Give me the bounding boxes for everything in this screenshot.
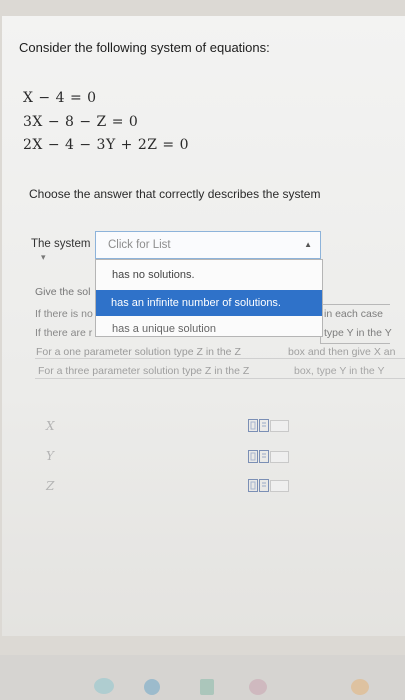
- answer-field-icon-z[interactable]: [248, 479, 290, 493]
- option-infinite-solutions[interactable]: has an infinite number of solutions.: [96, 290, 322, 316]
- right-text-2: type Y in the Y: [324, 327, 392, 339]
- option-unique-solution[interactable]: has a unique solution: [112, 323, 216, 335]
- question-card: Consider the following system of equatio…: [2, 16, 405, 636]
- answer-field-icon-y[interactable]: [248, 450, 290, 464]
- instruction-text: Choose the answer that correctly describ…: [29, 187, 321, 201]
- screen: Consider the following system of equatio…: [0, 0, 405, 700]
- infinite-solution-text: If there are r: [35, 327, 93, 339]
- give-solution-text: Give the sol: [35, 286, 91, 298]
- right-text-3: box and then give X an: [288, 346, 396, 358]
- app-icon: [249, 679, 267, 695]
- app-icon: [200, 679, 214, 695]
- equation-1: X − 4 = 0: [23, 90, 97, 106]
- app-icon: [144, 679, 160, 695]
- question-prompt: Consider the following system of equatio…: [19, 40, 270, 55]
- no-solution-text: If there is no: [35, 308, 93, 320]
- answer-field-icon-x[interactable]: [248, 419, 290, 433]
- select-placeholder: Click for List: [108, 239, 171, 251]
- equation-2: 3X − 8 − Z = 0: [23, 114, 139, 130]
- variable-y-label: Y: [46, 449, 54, 463]
- option-no-solutions[interactable]: has no solutions.: [112, 269, 195, 281]
- equation-3: 2X − 4 − 3Y + 2Z = 0: [23, 137, 189, 153]
- right-text-1: in each case: [324, 308, 383, 320]
- one-parameter-text: For a one parameter solution type Z in t…: [36, 346, 241, 358]
- variable-z-label: Z: [46, 479, 55, 493]
- right-text-4: box, type Y in the Y: [294, 365, 385, 377]
- taskbar: [0, 655, 405, 700]
- three-parameter-text: For a three parameter solution type Z in…: [38, 365, 250, 377]
- app-icon: [94, 678, 114, 694]
- chevron-up-icon: ▲: [304, 240, 312, 249]
- divider: [35, 378, 405, 379]
- select-dropdown: has no solutions. has an infinite number…: [95, 259, 323, 337]
- system-label: The system: [31, 238, 91, 250]
- variable-x-label: X: [46, 419, 55, 433]
- text-caret-icon: ▾: [41, 252, 46, 262]
- divider: [35, 358, 405, 359]
- system-select[interactable]: Click for List ▲: [95, 231, 321, 259]
- app-icon: [351, 679, 369, 695]
